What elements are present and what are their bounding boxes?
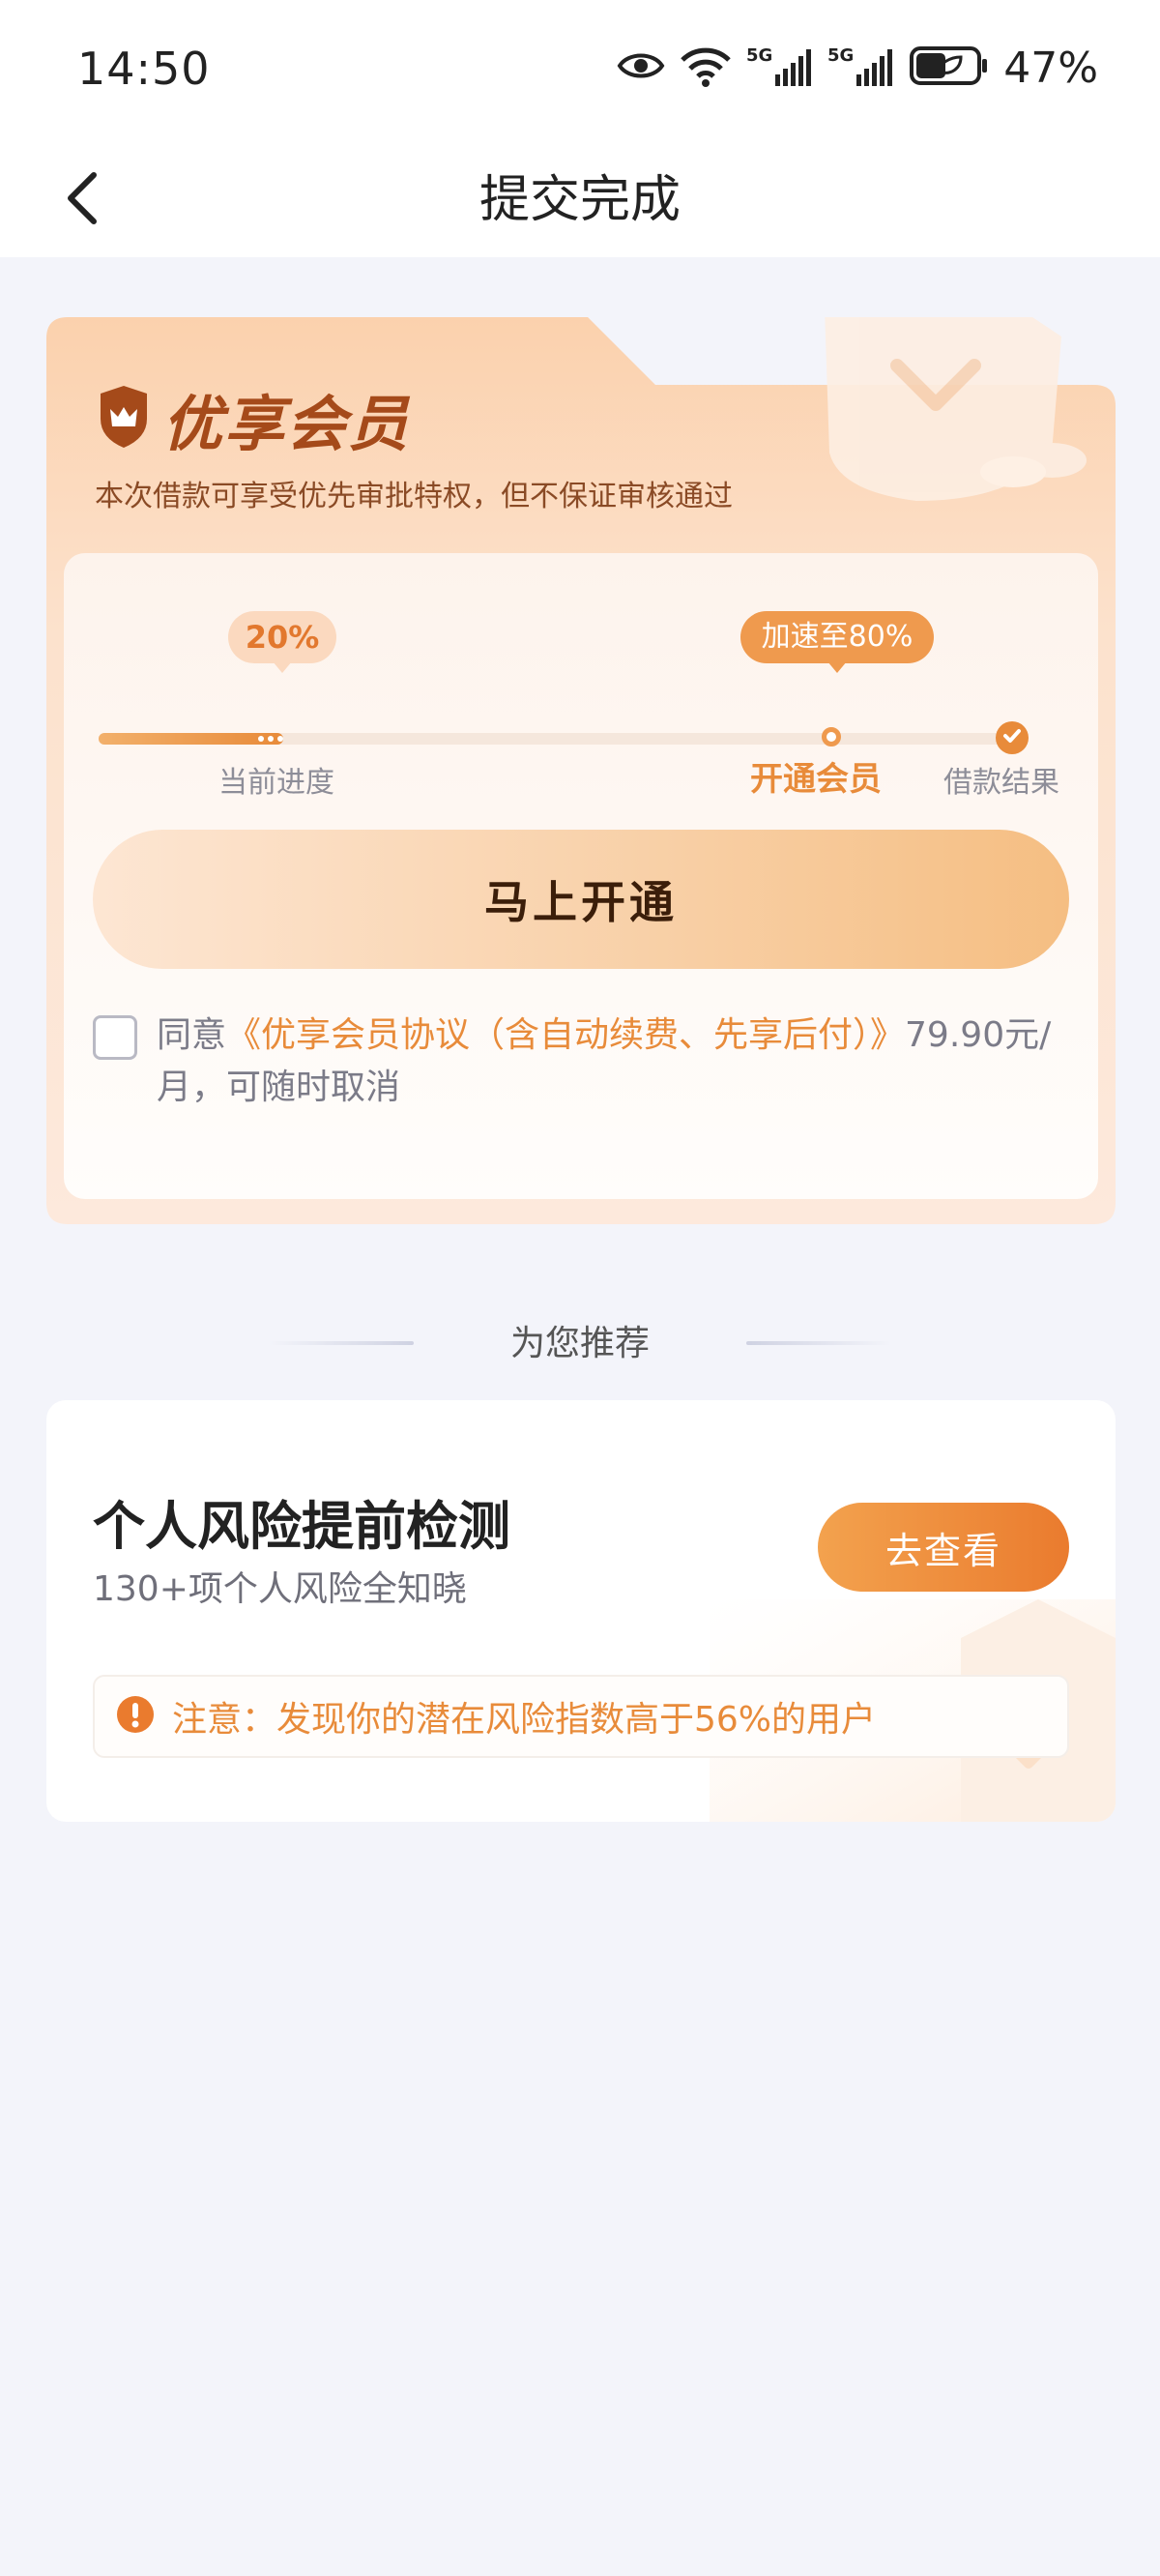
step-result: 借款结果 — [943, 766, 1059, 800]
progress-dots — [258, 736, 283, 742]
eye-icon — [617, 49, 665, 86]
open-now-button[interactable]: 马上开通 — [93, 830, 1069, 969]
progress-fill — [99, 733, 283, 745]
agreement-checkbox[interactable] — [93, 1015, 137, 1060]
status-icons: 5G 5G 47% — [617, 43, 1098, 93]
risk-check-title: 个人风险提前检测 — [93, 1496, 510, 1557]
battery-percent: 47% — [1003, 43, 1098, 93]
step-current: 当前进度 — [218, 766, 334, 800]
divider-right — [746, 1341, 891, 1345]
warning-icon — [116, 1695, 155, 1738]
signal-5g-icon: 5G — [746, 44, 814, 92]
member-card: 优享会员 本次借款可享受优先审批特权，但不保证审核通过 20% 加速至80% 当… — [46, 317, 1116, 1224]
svg-text:5G: 5G — [746, 45, 772, 66]
progress-badge: 20% — [228, 611, 336, 673]
member-title-text: 优享会员 — [162, 389, 411, 459]
member-inner-panel: 20% 加速至80% 当前进度 开通会员 借款结果 马上开通 同意《优享会员协议… — [64, 553, 1098, 1199]
nav-bar: 提交完成 — [0, 145, 1160, 257]
agreement-prefix: 同意 — [157, 1015, 227, 1055]
agreement-row: 同意《优享会员协议（含自动续费、先享后付）》79.90元/月，可随时取消 — [93, 1010, 1088, 1114]
step-open-member: 开通会员 — [750, 760, 882, 799]
view-button[interactable]: 去查看 — [818, 1503, 1069, 1592]
result-node — [996, 721, 1029, 754]
status-time: 14:50 — [77, 43, 211, 95]
open-member-node — [822, 727, 841, 746]
battery-icon — [909, 45, 990, 90]
agreement-text: 同意《优享会员协议（含自动续费、先享后付）》79.90元/月，可随时取消 — [157, 1010, 1088, 1114]
member-title: 优享会员 — [95, 375, 410, 462]
warning-text: 注意：发现你的潜在风险指数高于56%的用户 — [172, 1700, 877, 1740]
risk-check-card: 个人风险提前检测 130+项个人风险全知晓 去查看 注意：发现你的潜在风险指数高… — [46, 1400, 1116, 1822]
member-subtitle: 本次借款可享受优先审批特权，但不保证审核通过 — [95, 480, 733, 513]
check-icon — [1002, 728, 1022, 747]
progress-track — [99, 721, 1029, 754]
status-bar: 14:50 5G 5G 47% — [0, 0, 1160, 145]
svg-text:5G: 5G — [827, 45, 854, 66]
recommend-heading: 为您推荐 — [509, 1324, 650, 1363]
speedup-badge: 加速至80% — [740, 611, 934, 673]
page-title: 提交完成 — [478, 171, 681, 229]
signal-5g-icon-2: 5G — [827, 44, 895, 92]
shield-decoration — [825, 317, 1087, 501]
risk-check-desc: 130+项个人风险全知晓 — [93, 1569, 467, 1609]
wifi-icon — [679, 44, 733, 91]
agreement-link[interactable]: 《优享会员协议（含自动续费、先享后付）》 — [226, 1015, 905, 1055]
risk-warning: 注意：发现你的潜在风险指数高于56%的用户 — [93, 1675, 1069, 1758]
crown-shield-icon — [95, 386, 153, 452]
